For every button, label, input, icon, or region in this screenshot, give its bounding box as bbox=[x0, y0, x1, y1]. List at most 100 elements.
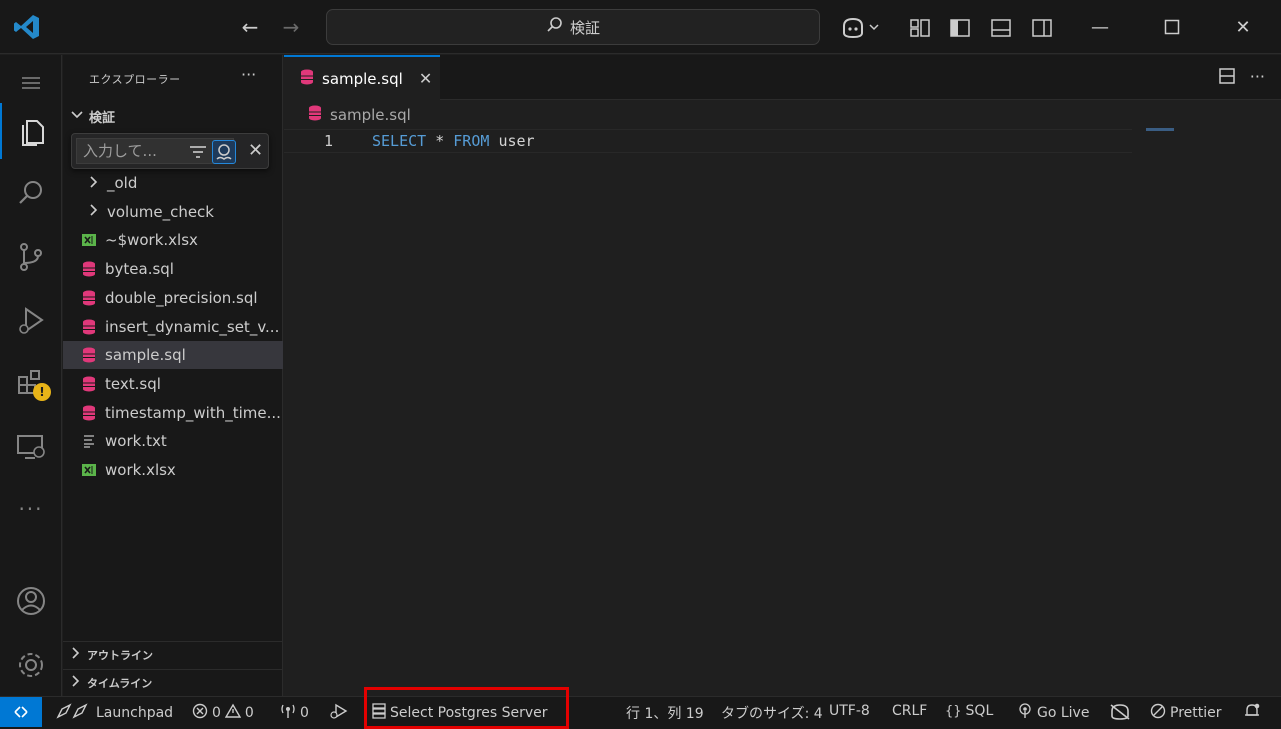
toggle-secondary-sidebar-icon[interactable] bbox=[1028, 14, 1056, 42]
tree-file-item[interactable]: work.txt bbox=[63, 427, 283, 455]
notifications-button[interactable] bbox=[1244, 703, 1260, 723]
accounts-icon[interactable] bbox=[0, 573, 62, 629]
timeline-section-header[interactable]: タイムライン bbox=[63, 669, 283, 695]
close-tab-icon[interactable]: ✕ bbox=[419, 69, 432, 88]
filter-input[interactable] bbox=[76, 138, 234, 164]
chevron-right-icon bbox=[71, 675, 81, 690]
broadcast-icon bbox=[1017, 703, 1033, 723]
tree-file-item[interactable]: sample.sql bbox=[63, 341, 283, 370]
tab-size-label: タブのサイズ: 4 bbox=[721, 706, 823, 722]
toggle-panel-icon[interactable] bbox=[987, 14, 1015, 42]
filter-icon[interactable] bbox=[188, 143, 208, 161]
tree-item-label: bytea.sql bbox=[105, 260, 174, 279]
more-actions-icon[interactable]: ··· bbox=[1250, 67, 1265, 89]
tree-item-label: volume_check bbox=[107, 202, 214, 221]
breadcrumb[interactable]: sample.sql bbox=[308, 105, 411, 125]
workspace-folder-header[interactable]: 検証 bbox=[63, 105, 283, 127]
identifier-user: user bbox=[498, 132, 535, 150]
outline-section-header[interactable]: アウトライン bbox=[63, 641, 283, 667]
excel-icon bbox=[81, 232, 97, 248]
toggle-primary-sidebar-icon[interactable] bbox=[946, 14, 974, 42]
highlight-annotation-box bbox=[364, 687, 569, 729]
vscode-logo-icon bbox=[12, 12, 42, 42]
tab-size-button[interactable]: タブのサイズ: 4 bbox=[721, 703, 823, 723]
extensions-icon[interactable]: ! bbox=[0, 355, 62, 411]
tree-file-item[interactable]: ~$work.xlsx bbox=[63, 226, 283, 254]
search-icon[interactable] bbox=[0, 165, 62, 221]
outline-label: アウトライン bbox=[87, 648, 153, 662]
explorer-more-actions-button[interactable]: ··· bbox=[241, 65, 256, 84]
remote-indicator-button[interactable] bbox=[0, 697, 42, 727]
cursor-position-button[interactable]: 行 1、列 19 bbox=[626, 703, 704, 723]
chevron-right-icon bbox=[89, 175, 103, 191]
editor-area: sample.sql ✕ ··· sample.sql 1 SELECT * F… bbox=[284, 55, 1281, 696]
position-label: 行 1、列 19 bbox=[626, 706, 704, 722]
split-editor-icon[interactable] bbox=[1218, 67, 1236, 89]
tree-item-label: _old bbox=[107, 174, 138, 192]
tab-sample-sql[interactable]: sample.sql ✕ bbox=[284, 55, 440, 100]
tree-file-item[interactable]: text.sql bbox=[63, 370, 283, 398]
forward-button[interactable]: → bbox=[278, 14, 304, 40]
tree-folder-item[interactable]: volume_check bbox=[63, 198, 283, 226]
fuzzy-match-toggle-icon[interactable] bbox=[212, 140, 236, 164]
copilot-icon[interactable] bbox=[838, 14, 882, 42]
customize-layout-icon[interactable] bbox=[906, 14, 934, 42]
tree-file-item[interactable]: insert_dynamic_set_v... bbox=[63, 313, 283, 341]
encoding-button[interactable]: UTF-8 bbox=[829, 703, 870, 719]
tree-item-label: sample.sql bbox=[105, 346, 186, 365]
tree-folder-item[interactable]: _old bbox=[63, 169, 283, 197]
tree-item-label: work.xlsx bbox=[105, 461, 176, 479]
editor-tabs: sample.sql ✕ ··· bbox=[284, 55, 1281, 100]
tree-item-label: timestamp_with_time... bbox=[105, 403, 281, 422]
explorer-icon[interactable] bbox=[0, 103, 62, 159]
command-center-search[interactable]: 検証 bbox=[326, 9, 820, 45]
status-bar: Launchpad 0 0 0 Select Postgres Server 行… bbox=[0, 696, 1281, 729]
run-extension-button[interactable] bbox=[330, 703, 348, 723]
tree-file-item[interactable]: double_precision.sql bbox=[63, 284, 283, 312]
remote-explorer-icon[interactable] bbox=[0, 419, 62, 475]
explorer-sidebar: エクスプローラー ··· 検証 ✕ _old volume_check ~$work… bbox=[63, 55, 283, 696]
encoding-label: UTF-8 bbox=[829, 703, 870, 719]
text-file-icon bbox=[81, 433, 97, 449]
source-control-icon[interactable] bbox=[0, 229, 62, 285]
language-label: SQL bbox=[965, 703, 994, 719]
tree-item-label: text.sql bbox=[105, 374, 161, 393]
launchpad-button[interactable]: Launchpad bbox=[56, 703, 173, 723]
close-window-button[interactable]: ✕ bbox=[1223, 12, 1263, 42]
broadcast-icon bbox=[280, 703, 296, 723]
ports-button[interactable]: 0 bbox=[280, 703, 309, 723]
breadcrumb-file: sample.sql bbox=[330, 106, 411, 124]
rocket-icon bbox=[56, 703, 92, 723]
keyword-select: SELECT bbox=[372, 132, 427, 150]
settings-gear-icon[interactable] bbox=[0, 637, 62, 693]
run-icon bbox=[330, 703, 348, 723]
tree-file-item[interactable]: work.xlsx bbox=[63, 456, 283, 484]
problems-button[interactable]: 0 0 bbox=[192, 703, 254, 723]
tree-file-item[interactable]: timestamp_with_time... bbox=[63, 399, 283, 427]
bell-icon bbox=[1244, 703, 1260, 723]
prettier-button[interactable]: Prettier bbox=[1150, 703, 1222, 723]
tree-item-label: double_precision.sql bbox=[105, 288, 258, 307]
minimap[interactable] bbox=[1146, 128, 1174, 131]
language-mode-button[interactable]: {} SQL bbox=[945, 703, 993, 719]
code-line[interactable]: 1 SELECT * FROM user bbox=[284, 129, 1132, 153]
copilot-status-button[interactable] bbox=[1109, 703, 1131, 725]
chevron-right-icon bbox=[71, 647, 81, 662]
back-button[interactable]: ← bbox=[237, 14, 263, 40]
run-debug-icon[interactable] bbox=[0, 293, 62, 349]
timeline-label: タイムライン bbox=[87, 676, 153, 690]
database-icon bbox=[81, 347, 97, 363]
editor-actions: ··· bbox=[1218, 67, 1265, 89]
tree-file-item[interactable]: bytea.sql bbox=[63, 255, 283, 283]
close-icon[interactable]: ✕ bbox=[248, 140, 263, 161]
maximize-button[interactable] bbox=[1152, 12, 1192, 42]
minimize-button[interactable]: — bbox=[1080, 12, 1120, 42]
prohibited-icon bbox=[1150, 703, 1166, 723]
more-views-icon[interactable]: ··· bbox=[0, 481, 62, 537]
go-live-button[interactable]: Go Live bbox=[1017, 703, 1089, 723]
eol-label: CRLF bbox=[892, 703, 928, 719]
warning-badge-icon: ! bbox=[33, 383, 51, 401]
database-icon bbox=[308, 105, 322, 125]
eol-button[interactable]: CRLF bbox=[892, 703, 927, 719]
code-text[interactable]: SELECT * FROM user bbox=[372, 132, 535, 150]
